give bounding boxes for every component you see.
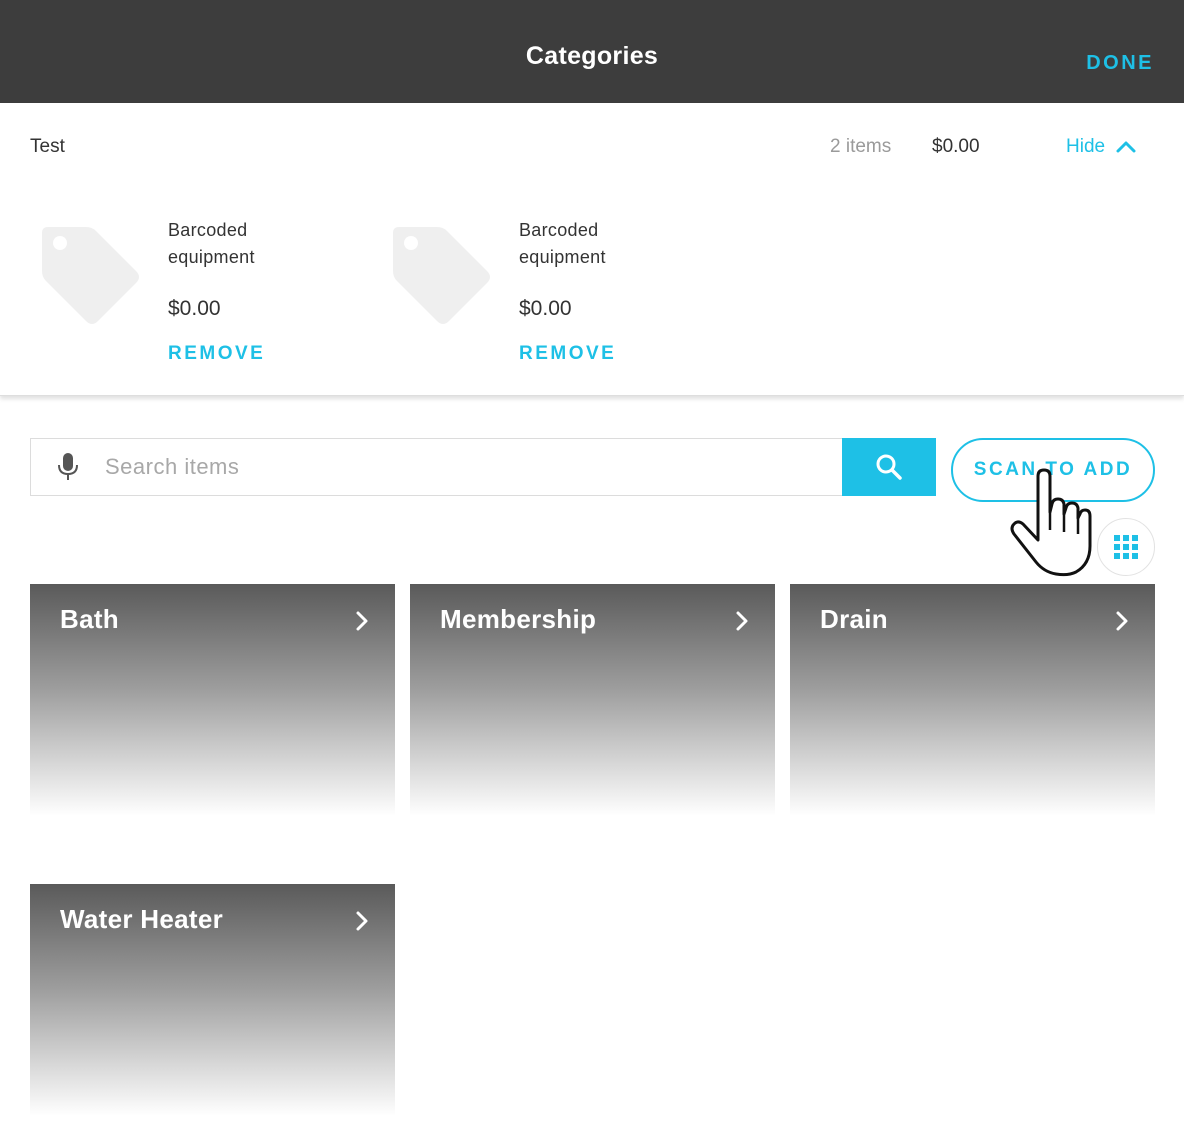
cart-item: Barcoded equipment $0.00 REMOVE bbox=[391, 213, 711, 365]
grid-icon bbox=[1114, 535, 1138, 559]
page-title: Categories bbox=[525, 42, 659, 70]
category-tile-membership[interactable]: Membership bbox=[410, 584, 775, 816]
category-label: Drain bbox=[820, 604, 888, 634]
cart-item-count: 2 items bbox=[830, 136, 892, 157]
remove-button[interactable]: REMOVE bbox=[519, 343, 616, 365]
chevron-right-icon bbox=[736, 611, 748, 631]
cart-item-price: $0.00 bbox=[168, 297, 221, 320]
search-input[interactable] bbox=[105, 439, 842, 495]
chevron-right-icon bbox=[356, 611, 368, 631]
done-button[interactable]: DONE bbox=[1086, 52, 1154, 75]
search-button[interactable] bbox=[842, 438, 936, 496]
category-tile-drain[interactable]: Drain bbox=[790, 584, 1155, 816]
app-header: Categories DONE bbox=[0, 0, 1184, 103]
category-label: Membership bbox=[440, 604, 597, 634]
hide-cart-toggle[interactable]: Hide bbox=[1066, 136, 1137, 158]
cart-name: Test bbox=[30, 136, 65, 157]
remove-button[interactable]: REMOVE bbox=[168, 343, 265, 365]
chevron-right-icon bbox=[356, 911, 368, 931]
price-tag-icon bbox=[42, 227, 139, 324]
category-label: Water Heater bbox=[60, 904, 224, 934]
category-label: Bath bbox=[60, 604, 119, 634]
cart-total: $0.00 bbox=[932, 136, 980, 157]
cart-item-name: Barcoded equipment bbox=[519, 220, 606, 267]
price-tag-icon bbox=[393, 227, 490, 324]
chevron-up-icon bbox=[1116, 141, 1136, 153]
cart-item-name: Barcoded equipment bbox=[168, 220, 255, 267]
hide-label: Hide bbox=[1066, 136, 1106, 157]
category-tile-water-heater[interactable]: Water Heater bbox=[30, 884, 395, 1116]
scan-to-add-button[interactable]: SCAN TO ADD bbox=[951, 438, 1155, 502]
grid-view-toggle[interactable] bbox=[1097, 518, 1155, 576]
category-tile-bath[interactable]: Bath bbox=[30, 584, 395, 816]
chevron-right-icon bbox=[1116, 611, 1128, 631]
microphone-icon[interactable] bbox=[31, 452, 105, 482]
search-icon bbox=[876, 454, 902, 480]
cart-item-price: $0.00 bbox=[519, 297, 572, 320]
cart-panel: Test 2 items $0.00 Hide Barcoded equipme… bbox=[0, 103, 1184, 396]
search-bar bbox=[30, 438, 936, 496]
cart-item: Barcoded equipment $0.00 REMOVE bbox=[40, 213, 360, 365]
